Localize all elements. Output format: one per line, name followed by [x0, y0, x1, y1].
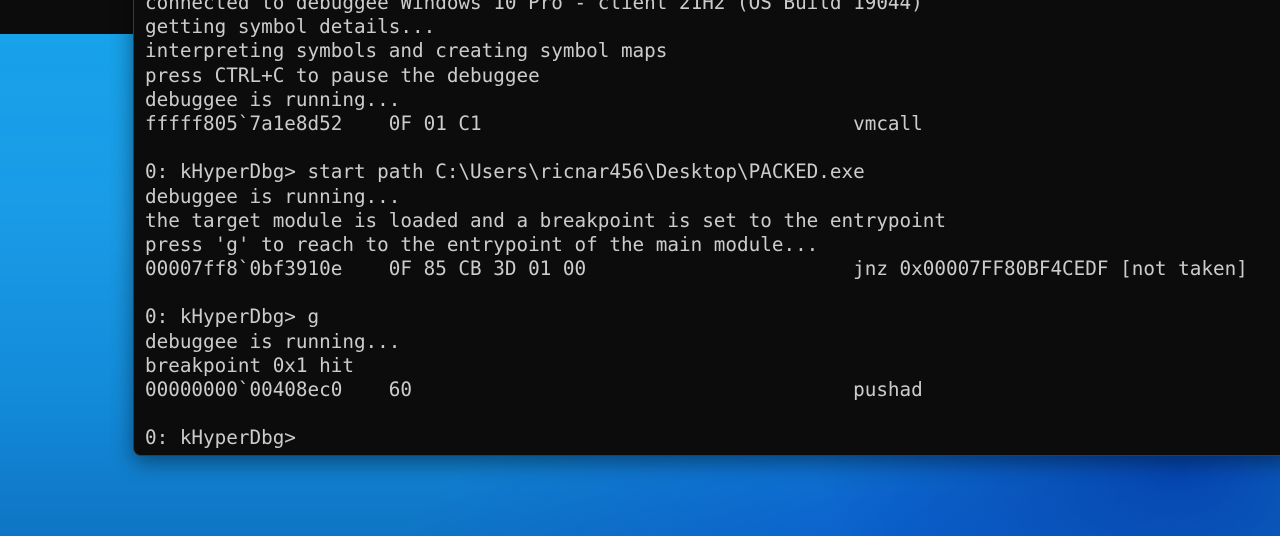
terminal-line: breakpoint 0x1 hit	[145, 353, 354, 377]
terminal-line: the target module is loaded and a breakp…	[145, 208, 946, 232]
command-line: 0: kHyperDbg> start path C:\Users\ricnar…	[145, 160, 865, 184]
terminal-line: connected to debuggee Windows 10 Pro - c…	[145, 0, 923, 14]
terminal-line: interpreting symbols and creating symbol…	[145, 39, 668, 63]
terminal-line: debuggee is running...	[145, 329, 401, 353]
terminal-line: getting symbol details...	[145, 15, 436, 39]
terminal-output[interactable]: connected to debuggee Windows 10 Pro - c…	[145, 0, 1248, 451]
terminal-line: press CTRL+C to pause the debuggee	[145, 63, 540, 87]
terminal-line: press 'g' to reach to the entrypoint of …	[145, 232, 819, 256]
command-line: 0: kHyperDbg> g	[145, 305, 320, 329]
terminal-line: debuggee is running...	[145, 184, 401, 208]
disassembly-line: fffff805`7a1e8d52 0F 01 C1 vmcall	[145, 111, 923, 135]
terminal-line: debuggee is running...	[145, 87, 401, 111]
terminal-window[interactable]: connected to debuggee Windows 10 Pro - c…	[133, 0, 1280, 456]
command-prompt[interactable]: 0: kHyperDbg>	[145, 426, 1248, 450]
disassembly-line: 00000000`00408ec0 60 pushad	[145, 378, 923, 401]
disassembly-line: 00007ff8`0bf3910e 0F 85 CB 3D 01 00 jnz …	[145, 257, 1248, 281]
